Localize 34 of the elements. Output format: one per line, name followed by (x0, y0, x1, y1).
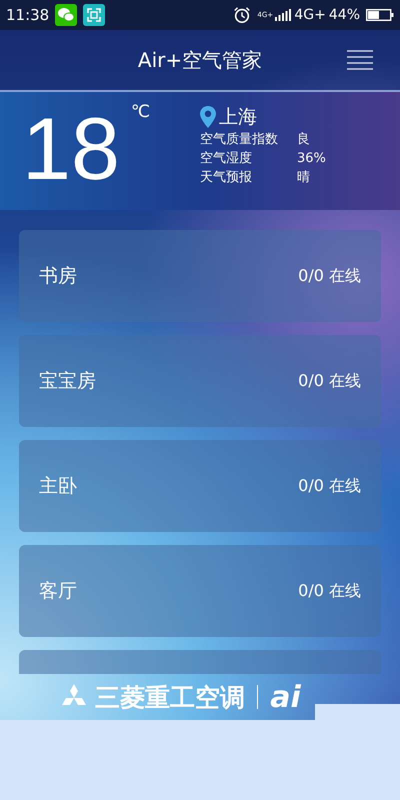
room-status: 0/0 在线 (298, 580, 361, 602)
alarm-clock-icon (233, 6, 252, 24)
room-name: 书房 (39, 264, 77, 289)
unit-text: ℃ (131, 102, 150, 122)
battery-icon (366, 9, 394, 21)
room-card[interactable]: 宝宝房 0/0 在线 (19, 335, 381, 427)
room-card[interactable]: 客厅 0/0 在线 (19, 545, 381, 637)
page-title: Air+空气管家 (138, 46, 262, 74)
room-name: 客厅 (39, 579, 77, 604)
chat-bubbles-icon (55, 4, 78, 26)
weather-label: 空气质量指数 (200, 131, 279, 149)
room-card[interactable]: 书房 0/0 在线 (19, 230, 381, 322)
scan-icon (83, 4, 106, 26)
weather-label: 空气湿度 (200, 150, 253, 168)
city-text: 上海 (219, 105, 257, 130)
temperature-text: 18 (22, 98, 120, 200)
weather-value: 36% (297, 150, 326, 168)
clock-text: 11:38 (6, 6, 50, 24)
signal-icon (275, 9, 292, 21)
room-card[interactable]: 主卧 0/0 在线 (19, 440, 381, 532)
room-status: 0/0 在线 (298, 476, 361, 496)
weather-value: 良 (297, 131, 310, 149)
room-status: 0/0 在线 (298, 370, 361, 392)
brand-text: 三菱重工空调 (95, 682, 246, 714)
room-status: 0/0 在线 (298, 266, 361, 286)
network-type-text: 4G+ (294, 7, 326, 23)
weather-label: 天气预报 (200, 169, 253, 187)
battery-percent-text: 44% (328, 7, 360, 23)
brand-logo-text: ai (270, 680, 301, 714)
room-name: 宝宝房 (39, 369, 96, 394)
menu-icon[interactable] (346, 49, 374, 71)
room-name: 主卧 (39, 474, 77, 499)
location-pin-icon (200, 106, 216, 128)
weather-value: 晴 (297, 169, 310, 187)
